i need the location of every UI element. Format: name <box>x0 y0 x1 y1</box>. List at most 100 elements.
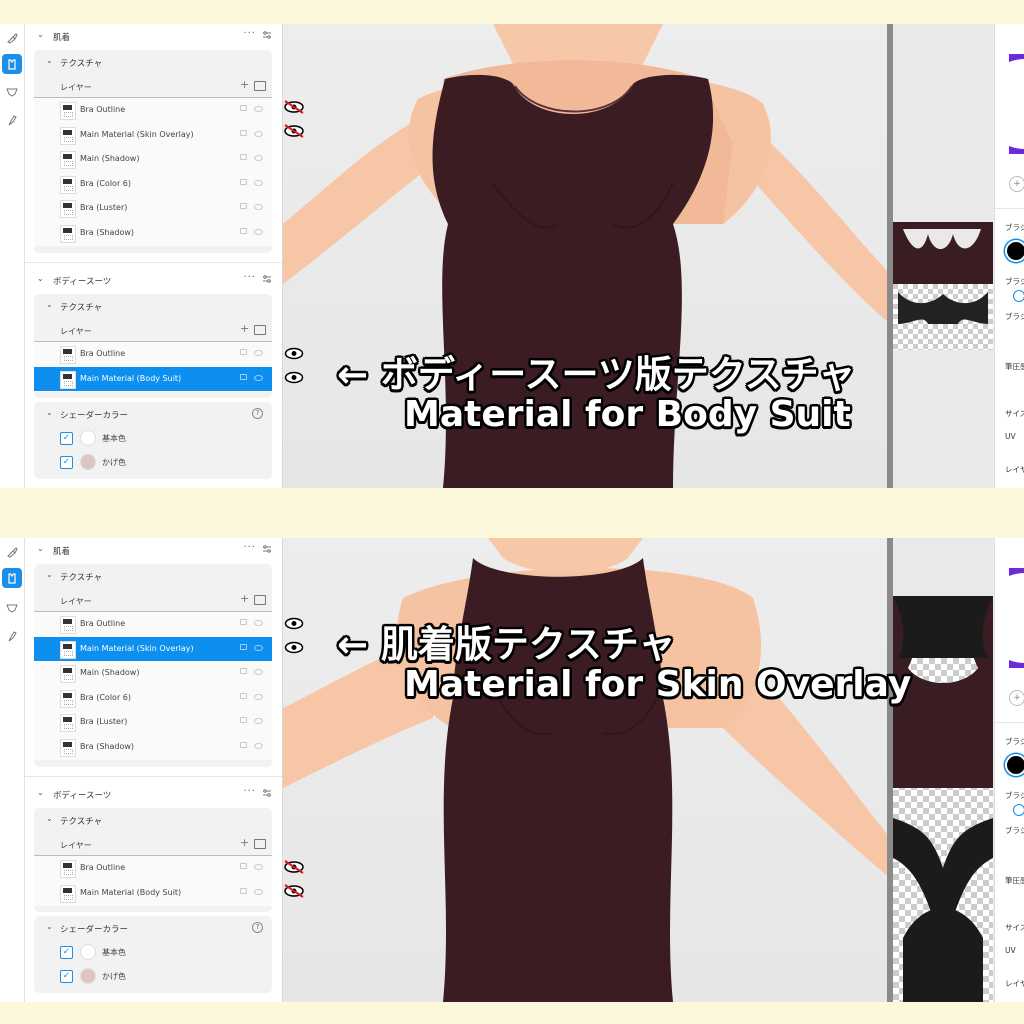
lock-icon[interactable] <box>240 129 247 136</box>
visibility-icon[interactable] <box>254 179 263 186</box>
visibility-icon[interactable] <box>254 669 263 675</box>
layer-row[interactable]: Main Material (Skin Overlay) <box>34 123 272 147</box>
visibility-icon[interactable] <box>254 374 263 381</box>
layer-row[interactable]: Main (Shadow) <box>34 661 272 685</box>
more-icon[interactable]: ··· <box>243 272 256 283</box>
color-wheel[interactable] <box>1009 54 1024 154</box>
shader-header[interactable]: ⌄ シェーダーカラー ? <box>34 916 272 940</box>
visibility-icon[interactable] <box>254 106 263 112</box>
bra-tool-button[interactable] <box>2 598 22 618</box>
add-layer-button[interactable]: + <box>240 322 249 335</box>
color-wheel[interactable] <box>1009 568 1024 668</box>
color-swatch[interactable] <box>80 454 96 470</box>
more-icon[interactable]: ··· <box>243 28 256 39</box>
color-swatch[interactable] <box>80 944 96 960</box>
lock-icon[interactable] <box>240 887 247 894</box>
checkbox[interactable]: ✓ <box>60 946 73 959</box>
brush-tool-button[interactable] <box>2 28 22 48</box>
visibility-icon[interactable] <box>254 204 263 210</box>
lock-icon[interactable] <box>240 349 247 355</box>
layer-row[interactable]: Bra Outline <box>34 98 272 122</box>
layer-row[interactable]: Bra Outline <box>34 856 272 880</box>
section-header-bodysuit[interactable]: ⌄ ボディースーツ ··· <box>25 782 282 806</box>
lock-icon[interactable] <box>240 373 247 380</box>
visibility-icon[interactable] <box>254 888 263 895</box>
checkbox[interactable]: ✓ <box>60 432 73 445</box>
lock-icon[interactable] <box>240 619 247 625</box>
add-image-layer-button[interactable] <box>254 325 266 335</box>
checkbox[interactable]: ✓ <box>60 456 73 469</box>
lock-icon[interactable] <box>240 692 247 699</box>
settings-icon[interactable] <box>262 544 272 554</box>
visibility-icon[interactable] <box>254 718 263 724</box>
texture-header[interactable]: ⌄ テクスチャ <box>34 50 272 74</box>
layer-row[interactable]: Bra (Luster) <box>34 710 272 734</box>
add-image-layer-button[interactable] <box>254 81 266 91</box>
layer-row[interactable]: Bra (Color 6) <box>34 686 272 710</box>
color-swatch[interactable] <box>80 968 96 984</box>
lock-icon[interactable] <box>240 717 247 723</box>
add-color-button[interactable]: + <box>1009 690 1024 706</box>
layer-row-selected[interactable]: Main Material (Skin Overlay) <box>34 636 272 661</box>
layer-row[interactable]: Bra (Luster) <box>34 196 272 220</box>
visibility-icon[interactable] <box>254 693 263 700</box>
brush-size-slider[interactable] <box>1005 290 1024 302</box>
shader-row[interactable]: ✓ 基本色 <box>60 943 260 961</box>
visibility-icon[interactable] <box>254 644 263 651</box>
add-color-button[interactable]: + <box>1009 176 1024 192</box>
lock-icon[interactable] <box>240 154 247 160</box>
settings-icon[interactable] <box>262 788 272 798</box>
clothing-tool-button[interactable] <box>2 54 22 74</box>
texture-header[interactable]: ⌄ テクスチャ <box>34 294 272 318</box>
lock-icon[interactable] <box>240 105 247 111</box>
shader-row[interactable]: ✓ 基本色 <box>60 429 260 447</box>
visibility-icon[interactable] <box>254 130 263 137</box>
section-header-underwear[interactable]: ⌄ 肌着 ··· <box>25 24 282 48</box>
shader-row[interactable]: ✓ かげ色 <box>60 967 260 985</box>
brush-size-slider[interactable] <box>1005 804 1024 816</box>
layer-row[interactable]: Main (Shadow) <box>34 147 272 171</box>
layer-row[interactable]: Bra (Shadow) <box>34 221 272 245</box>
layer-row[interactable]: Bra (Shadow) <box>34 735 272 759</box>
add-layer-button[interactable]: + <box>240 78 249 91</box>
layer-row[interactable]: Bra Outline <box>34 612 272 636</box>
settings-icon[interactable] <box>262 274 272 284</box>
layer-row-selected[interactable]: Main Material (Body Suit) <box>34 366 272 391</box>
add-layer-button[interactable]: + <box>240 592 249 605</box>
brush-tool-button[interactable] <box>2 542 22 562</box>
help-icon[interactable]: ? <box>252 408 263 419</box>
visibility-icon[interactable] <box>254 742 263 749</box>
layer-row[interactable]: Main Material (Body Suit) <box>34 881 272 905</box>
checkbox[interactable]: ✓ <box>60 970 73 983</box>
shader-row[interactable]: ✓ かげ色 <box>60 453 260 471</box>
section-header-bodysuit[interactable]: ⌄ ボディースーツ ··· <box>25 268 282 292</box>
paint-tool-button[interactable] <box>2 110 22 130</box>
visibility-icon[interactable] <box>254 228 263 235</box>
lock-icon[interactable] <box>240 203 247 209</box>
add-image-layer-button[interactable] <box>254 595 266 605</box>
visibility-icon[interactable] <box>254 864 263 870</box>
more-icon[interactable]: ··· <box>243 542 256 553</box>
lock-icon[interactable] <box>240 668 247 674</box>
lock-icon[interactable] <box>240 741 247 748</box>
layer-row[interactable]: Bra (Color 6) <box>34 172 272 196</box>
lock-icon[interactable] <box>240 178 247 185</box>
visibility-icon[interactable] <box>254 155 263 161</box>
visibility-icon[interactable] <box>254 350 263 356</box>
layer-row[interactable]: Bra Outline <box>34 342 272 366</box>
brush-color-swatch[interactable] <box>1005 754 1024 776</box>
color-swatch[interactable] <box>80 430 96 446</box>
section-header-underwear[interactable]: ⌄ 肌着 ··· <box>25 538 282 562</box>
paint-tool-button[interactable] <box>2 626 22 646</box>
add-image-layer-button[interactable] <box>254 839 266 849</box>
bra-tool-button[interactable] <box>2 82 22 102</box>
settings-icon[interactable] <box>262 30 272 40</box>
shader-header[interactable]: ⌄ シェーダーカラー ? <box>34 402 272 426</box>
lock-icon[interactable] <box>240 643 247 650</box>
lock-icon[interactable] <box>240 863 247 869</box>
more-icon[interactable]: ··· <box>243 786 256 797</box>
brush-color-swatch[interactable] <box>1005 240 1024 262</box>
3d-viewport[interactable] <box>283 538 890 1002</box>
texture-header[interactable]: ⌄ テクスチャ <box>34 564 272 588</box>
help-icon[interactable]: ? <box>252 922 263 933</box>
